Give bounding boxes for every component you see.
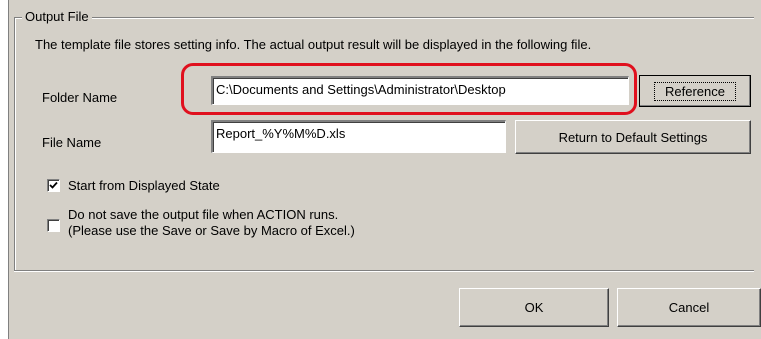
file-name-field[interactable]: Report_%Y%M%D.xls [211, 120, 506, 153]
cancel-button[interactable]: Cancel [617, 288, 761, 327]
file-name-label: File Name [42, 135, 102, 150]
group-title: Output File [22, 9, 92, 25]
reference-button[interactable]: Reference [639, 75, 751, 107]
return-default-button[interactable]: Return to Default Settings [515, 120, 751, 154]
no-save-label-line2: (Please use the Save or Save by Macro of… [68, 223, 355, 238]
folder-name-label: Folder Name [42, 90, 118, 105]
start-displayed-checkbox[interactable] [47, 179, 60, 192]
start-displayed-label: Start from Displayed State [68, 178, 220, 193]
no-save-label-line1: Do not save the output file when ACTION … [68, 207, 339, 222]
reference-button-label: Reference [654, 81, 736, 101]
info-text: The template file stores setting info. T… [35, 37, 592, 52]
folder-name-field[interactable]: C:\Documents and Settings\Administrator\… [211, 76, 629, 105]
ok-button[interactable]: OK [459, 288, 609, 327]
no-save-label: Do not save the output file when ACTION … [68, 207, 355, 239]
checkmark-icon [49, 181, 58, 189]
no-save-checkbox[interactable] [47, 219, 60, 232]
